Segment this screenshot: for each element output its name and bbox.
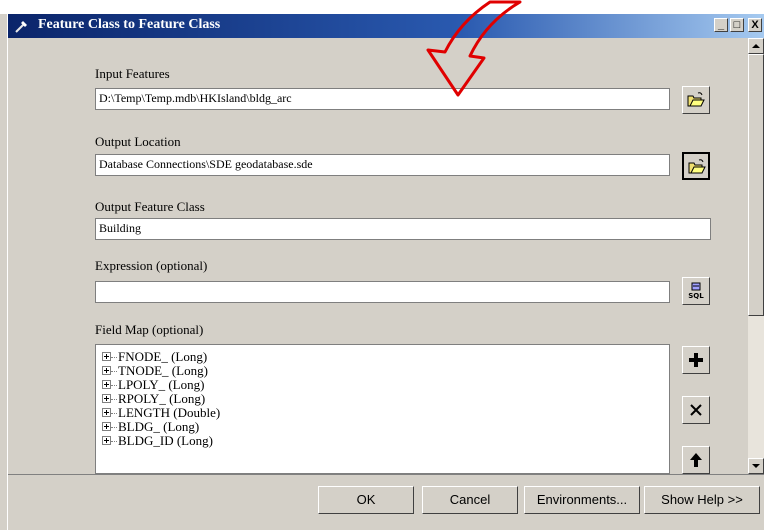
close-button[interactable]: X <box>748 18 762 32</box>
sql-icon: SQL <box>688 282 704 300</box>
vertical-scrollbar[interactable] <box>748 38 764 474</box>
output-location-label: Output Location <box>95 134 181 149</box>
delete-x-icon <box>690 404 702 416</box>
move-up-button[interactable] <box>682 446 710 474</box>
input-features-browse-button[interactable] <box>682 86 710 114</box>
output-location-field[interactable]: Database Connections\SDE geodatabase.sde <box>95 154 670 176</box>
svg-text:SQL: SQL <box>688 292 704 300</box>
expand-icon[interactable] <box>102 380 111 389</box>
triangle-up-icon <box>752 44 760 48</box>
open-folder-icon <box>687 92 705 107</box>
field-map-item[interactable]: LENGTH (Double) <box>96 406 669 420</box>
window-left-edge <box>0 14 8 530</box>
cancel-button[interactable]: Cancel <box>422 486 518 514</box>
arrow-up-icon <box>690 453 702 467</box>
window-title: Feature Class to Feature Class <box>38 17 221 32</box>
add-field-button[interactable] <box>682 346 710 374</box>
field-map-item[interactable]: BLDG_ID (Long) <box>96 434 669 448</box>
title-bar[interactable]: Feature Class to Feature Class _ □ X <box>8 14 764 38</box>
scroll-thumb[interactable] <box>748 54 764 316</box>
maximize-button[interactable]: □ <box>730 18 744 32</box>
field-map-item[interactable]: RPOLY_ (Long) <box>96 392 669 406</box>
delete-field-button[interactable] <box>682 396 710 424</box>
output-location-browse-button[interactable] <box>682 152 710 180</box>
output-feature-class-label: Output Feature Class <box>95 199 205 214</box>
field-map-tree[interactable]: FNODE_ (Long) TNODE_ (Long) LPOLY_ (Long… <box>95 344 670 474</box>
plus-icon <box>689 353 703 367</box>
field-map-item[interactable]: BLDG_ (Long) <box>96 420 669 434</box>
expand-icon[interactable] <box>102 352 111 361</box>
scroll-down-button[interactable] <box>748 458 764 474</box>
minimize-button[interactable]: _ <box>714 18 728 32</box>
ok-button[interactable]: OK <box>318 486 414 514</box>
triangle-down-icon <box>752 464 760 468</box>
expand-icon[interactable] <box>102 422 111 431</box>
sql-query-button[interactable]: SQL <box>682 277 710 305</box>
expand-icon[interactable] <box>102 394 111 403</box>
output-feature-class-field[interactable]: Building <box>95 218 711 240</box>
field-map-label: Field Map (optional) <box>95 322 204 337</box>
expression-field[interactable] <box>95 281 670 303</box>
scroll-up-button[interactable] <box>748 38 764 54</box>
open-folder-icon <box>688 159 706 174</box>
expand-icon[interactable] <box>102 436 111 445</box>
expression-label: Expression (optional) <box>95 258 208 273</box>
field-map-item[interactable]: FNODE_ (Long) <box>96 350 669 364</box>
expand-icon[interactable] <box>102 408 111 417</box>
expand-icon[interactable] <box>102 366 111 375</box>
annotation-arrow <box>426 0 522 97</box>
screen-background <box>0 0 764 14</box>
tool-hammer-icon <box>15 21 27 33</box>
environments-button[interactable]: Environments... <box>524 486 640 514</box>
show-help-button[interactable]: Show Help >> <box>644 486 760 514</box>
input-features-label: Input Features <box>95 66 170 81</box>
field-map-item[interactable]: TNODE_ (Long) <box>96 364 669 378</box>
field-map-item[interactable]: LPOLY_ (Long) <box>96 378 669 392</box>
input-features-field[interactable]: D:\Temp\Temp.mdb\HKIsland\bldg_arc <box>95 88 670 110</box>
